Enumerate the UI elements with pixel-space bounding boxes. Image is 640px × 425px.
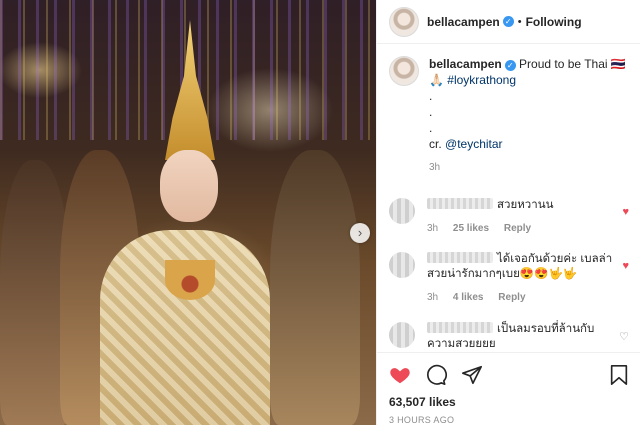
comment-heart-icon[interactable]: ♥: [622, 206, 629, 218]
bookmark-icon[interactable]: [609, 364, 629, 386]
avatar[interactable]: [389, 6, 419, 37]
post-actions: 63,507 likes 3 HOURS AGO: [377, 352, 640, 425]
share-icon[interactable]: [461, 364, 483, 386]
comment-heart-icon[interactable]: ♥: [622, 260, 629, 272]
caption: bellacampen ✓ Proud to be Thai 🇹🇭 🙏🏻 #loy…: [389, 56, 635, 176]
comment-likes[interactable]: 4 likes: [453, 292, 484, 303]
caption-text: Proud to be Thai 🇹🇭: [519, 57, 626, 71]
verified-badge-icon: ✓: [502, 16, 514, 27]
separator: •: [517, 15, 522, 28]
chevron-right-icon: ›: [357, 225, 363, 240]
caption-time[interactable]: 3h: [429, 160, 629, 176]
avatar[interactable]: [389, 56, 419, 86]
blurred-username[interactable]: [427, 252, 493, 263]
following-button[interactable]: Following: [526, 15, 582, 29]
necklace: [165, 260, 215, 300]
comment-time[interactable]: 3h: [427, 292, 438, 303]
comment-text: สวยหวานน: [497, 199, 554, 211]
avatar[interactable]: [389, 322, 415, 348]
next-photo-button[interactable]: ›: [350, 223, 370, 243]
main-subject-face: [160, 150, 218, 222]
pray-emoji: 🙏🏻: [429, 73, 444, 87]
avatar[interactable]: [389, 198, 415, 224]
header-username[interactable]: bellacampen: [427, 15, 500, 29]
post-timestamp[interactable]: 3 HOURS AGO: [389, 415, 629, 425]
background-dancer: [270, 150, 360, 425]
caption-dot: .: [429, 105, 433, 119]
blurred-username[interactable]: [427, 198, 493, 209]
reply-button[interactable]: Reply: [504, 223, 531, 234]
credit-prefix: cr.: [429, 137, 442, 151]
reply-button[interactable]: Reply: [498, 292, 525, 303]
caption-dot: .: [429, 89, 433, 103]
post-photo[interactable]: ›: [0, 0, 376, 425]
blurred-username[interactable]: [427, 322, 493, 333]
caption-dot: .: [429, 121, 433, 135]
comment-item: เป็นลมรอบที่ล้านกับ ความสวยยยย ♡: [389, 322, 635, 352]
comment-item: สวยหวานน 3h 25 likes Reply ♥: [389, 198, 635, 236]
comment-time[interactable]: 3h: [427, 223, 438, 234]
comment-heart-icon[interactable]: ♡: [619, 330, 629, 343]
comments-section: bellacampen ✓ Proud to be Thai 🇹🇭 🙏🏻 #loy…: [389, 56, 635, 350]
post-header: bellacampen ✓ • Following: [377, 0, 640, 44]
verified-badge-icon: ✓: [504, 60, 516, 71]
heart-icon[interactable]: [389, 364, 411, 386]
caption-username[interactable]: bellacampen: [429, 57, 502, 71]
comment-icon[interactable]: [425, 364, 447, 386]
comment-likes[interactable]: 25 likes: [453, 223, 489, 234]
hashtag-link[interactable]: #loykrathong: [447, 73, 516, 87]
comment-item: ได้เจอกันด้วยค่ะ เบลล่า สวยน่ารักมากๆเบย…: [389, 252, 635, 305]
post-panel: bellacampen ✓ • Following bellacampen ✓ P…: [376, 0, 640, 425]
avatar[interactable]: [389, 252, 415, 278]
mention-link[interactable]: @teychitar: [445, 137, 503, 151]
likes-count[interactable]: 63,507 likes: [389, 395, 629, 409]
